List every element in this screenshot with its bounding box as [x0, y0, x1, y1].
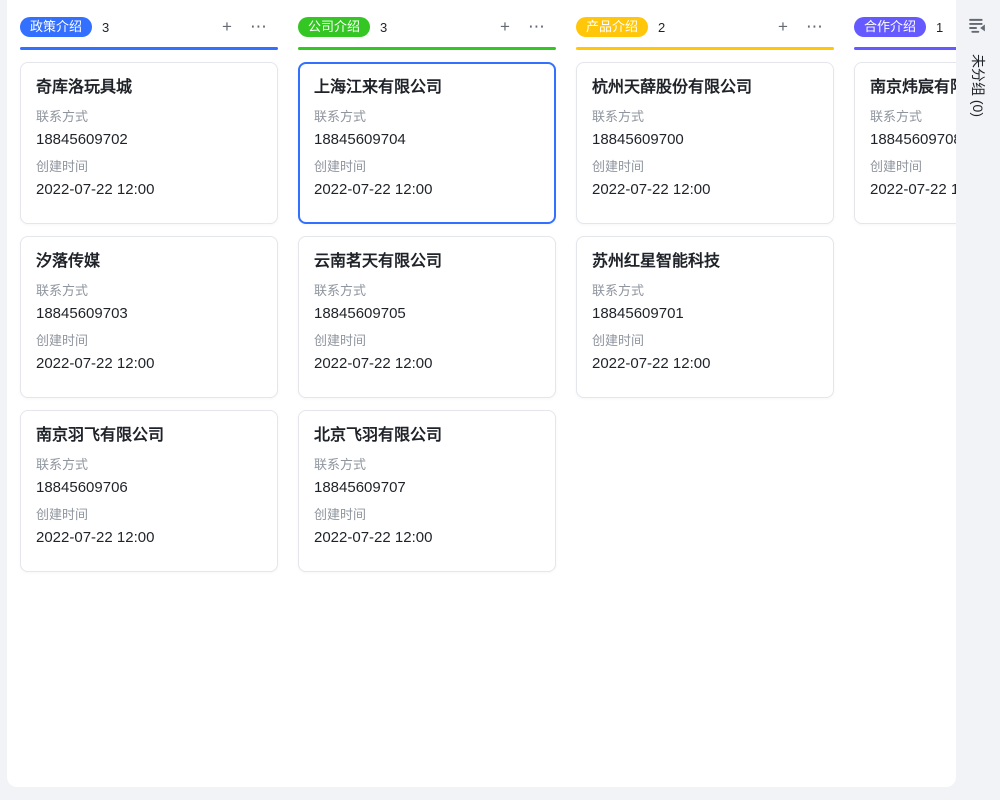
created-field-value: 2022-07-22 12:00: [592, 179, 818, 201]
column-menu-icon[interactable]: ⋯: [804, 16, 826, 38]
contact-field-label: 联系方式: [36, 455, 262, 475]
group-badge: 产品介绍: [576, 17, 648, 37]
column-header: 产品介绍 2 + ⋯: [576, 16, 834, 38]
kanban-card[interactable]: 南京炜宸有限公司 联系方式 18845609708 创建时间 2022-07-2…: [854, 62, 956, 224]
contact-field-value: 18845609701: [592, 303, 818, 325]
card-list: 杭州天薛股份有限公司 联系方式 18845609700 创建时间 2022-07…: [576, 62, 834, 398]
hidden-groups-rail: 未分组 (0): [956, 0, 1000, 787]
created-field-label: 创建时间: [314, 505, 540, 525]
kanban-card[interactable]: 杭州天薛股份有限公司 联系方式 18845609700 创建时间 2022-07…: [576, 62, 834, 224]
kanban-columns: 政策介绍 3 + ⋯ 奇库洛玩具城 联系方式 18845609702 创建时间 …: [20, 16, 956, 572]
group-badge: 政策介绍: [20, 17, 92, 37]
created-field-value: 2022-07-22 12:00: [314, 527, 540, 549]
kanban-card[interactable]: 北京飞羽有限公司 联系方式 18845609707 创建时间 2022-07-2…: [298, 410, 556, 572]
created-field-label: 创建时间: [36, 331, 262, 351]
created-field-label: 创建时间: [870, 157, 956, 177]
kanban-column-product: 产品介绍 2 + ⋯ 杭州天薛股份有限公司 联系方式 18845609700 创…: [576, 16, 834, 572]
contact-field-label: 联系方式: [36, 107, 262, 127]
created-field-value: 2022-07-22 12:00: [314, 179, 540, 201]
add-card-icon[interactable]: +: [216, 16, 238, 38]
column-header: 政策介绍 3 + ⋯: [20, 16, 278, 38]
created-field-value: 2022-07-22 12:00: [592, 353, 818, 375]
created-field-value: 2022-07-22 12:00: [870, 179, 956, 201]
card-title: 云南茗天有限公司: [314, 249, 540, 275]
contact-field-value: 18845609705: [314, 303, 540, 325]
created-field-label: 创建时间: [36, 505, 262, 525]
kanban-card[interactable]: 汐落传媒 联系方式 18845609703 创建时间 2022-07-22 12…: [20, 236, 278, 398]
contact-field-value: 18845609704: [314, 129, 540, 151]
card-title: 汐落传媒: [36, 249, 262, 275]
collapse-groups-button[interactable]: [965, 15, 989, 39]
card-list: 南京炜宸有限公司 联系方式 18845609708 创建时间 2022-07-2…: [854, 62, 956, 224]
kanban-card-selected[interactable]: 上海江来有限公司 联系方式 18845609704 创建时间 2022-07-2…: [298, 62, 556, 224]
card-title: 杭州天薛股份有限公司: [592, 75, 818, 101]
card-count: 2: [658, 20, 665, 35]
card-title: 南京羽飞有限公司: [36, 423, 262, 449]
column-color-bar: [854, 47, 956, 50]
group-badge: 公司介绍: [298, 17, 370, 37]
kanban-column-company: 公司介绍 3 + ⋯ 上海江来有限公司 联系方式 18845609704 创建时…: [298, 16, 556, 572]
kanban-card[interactable]: 奇库洛玩具城 联系方式 18845609702 创建时间 2022-07-22 …: [20, 62, 278, 224]
column-color-bar: [298, 47, 556, 50]
column-header: 合作介绍 1: [854, 16, 956, 38]
contact-field-label: 联系方式: [314, 281, 540, 301]
created-field-label: 创建时间: [592, 331, 818, 351]
created-field-label: 创建时间: [314, 157, 540, 177]
card-count: 3: [380, 20, 387, 35]
card-count: 3: [102, 20, 109, 35]
add-card-icon[interactable]: +: [494, 16, 516, 38]
column-menu-icon[interactable]: ⋯: [248, 16, 270, 38]
group-badge: 合作介绍: [854, 17, 926, 37]
contact-field-label: 联系方式: [314, 455, 540, 475]
created-field-value: 2022-07-22 12:00: [314, 353, 540, 375]
column-color-bar: [20, 47, 278, 50]
created-field-label: 创建时间: [36, 157, 262, 177]
kanban-board: 政策介绍 3 + ⋯ 奇库洛玩具城 联系方式 18845609702 创建时间 …: [7, 0, 956, 787]
created-field-label: 创建时间: [314, 331, 540, 351]
contact-field-value: 18845609702: [36, 129, 262, 151]
created-field-label: 创建时间: [592, 157, 818, 177]
collapsed-group-label[interactable]: 未分组 (0): [968, 54, 988, 117]
card-title: 上海江来有限公司: [314, 75, 540, 101]
kanban-column-cooperation: 合作介绍 1 南京炜宸有限公司 联系方式 18845609708 创建时间 20…: [854, 16, 956, 572]
card-count: 1: [936, 20, 943, 35]
card-title: 北京飞羽有限公司: [314, 423, 540, 449]
column-header: 公司介绍 3 + ⋯: [298, 16, 556, 38]
contact-field-value: 18845609708: [870, 129, 956, 151]
contact-field-label: 联系方式: [592, 281, 818, 301]
column-menu-icon[interactable]: ⋯: [526, 16, 548, 38]
contact-field-value: 18845609707: [314, 477, 540, 499]
card-list: 上海江来有限公司 联系方式 18845609704 创建时间 2022-07-2…: [298, 62, 556, 572]
contact-field-label: 联系方式: [314, 107, 540, 127]
collapse-groups-icon: [968, 16, 986, 39]
card-list: 奇库洛玩具城 联系方式 18845609702 创建时间 2022-07-22 …: [20, 62, 278, 572]
card-title: 苏州红星智能科技: [592, 249, 818, 275]
add-card-icon[interactable]: +: [772, 16, 794, 38]
contact-field-label: 联系方式: [870, 107, 956, 127]
column-color-bar: [576, 47, 834, 50]
contact-field-value: 18845609700: [592, 129, 818, 151]
created-field-value: 2022-07-22 12:00: [36, 353, 262, 375]
kanban-card[interactable]: 南京羽飞有限公司 联系方式 18845609706 创建时间 2022-07-2…: [20, 410, 278, 572]
card-title: 奇库洛玩具城: [36, 75, 262, 101]
card-title: 南京炜宸有限公司: [870, 75, 956, 101]
created-field-value: 2022-07-22 12:00: [36, 527, 262, 549]
contact-field-value: 18845609706: [36, 477, 262, 499]
kanban-card[interactable]: 苏州红星智能科技 联系方式 18845609701 创建时间 2022-07-2…: [576, 236, 834, 398]
contact-field-label: 联系方式: [592, 107, 818, 127]
created-field-value: 2022-07-22 12:00: [36, 179, 262, 201]
contact-field-label: 联系方式: [36, 281, 262, 301]
kanban-card[interactable]: 云南茗天有限公司 联系方式 18845609705 创建时间 2022-07-2…: [298, 236, 556, 398]
contact-field-value: 18845609703: [36, 303, 262, 325]
kanban-column-policy: 政策介绍 3 + ⋯ 奇库洛玩具城 联系方式 18845609702 创建时间 …: [20, 16, 278, 572]
